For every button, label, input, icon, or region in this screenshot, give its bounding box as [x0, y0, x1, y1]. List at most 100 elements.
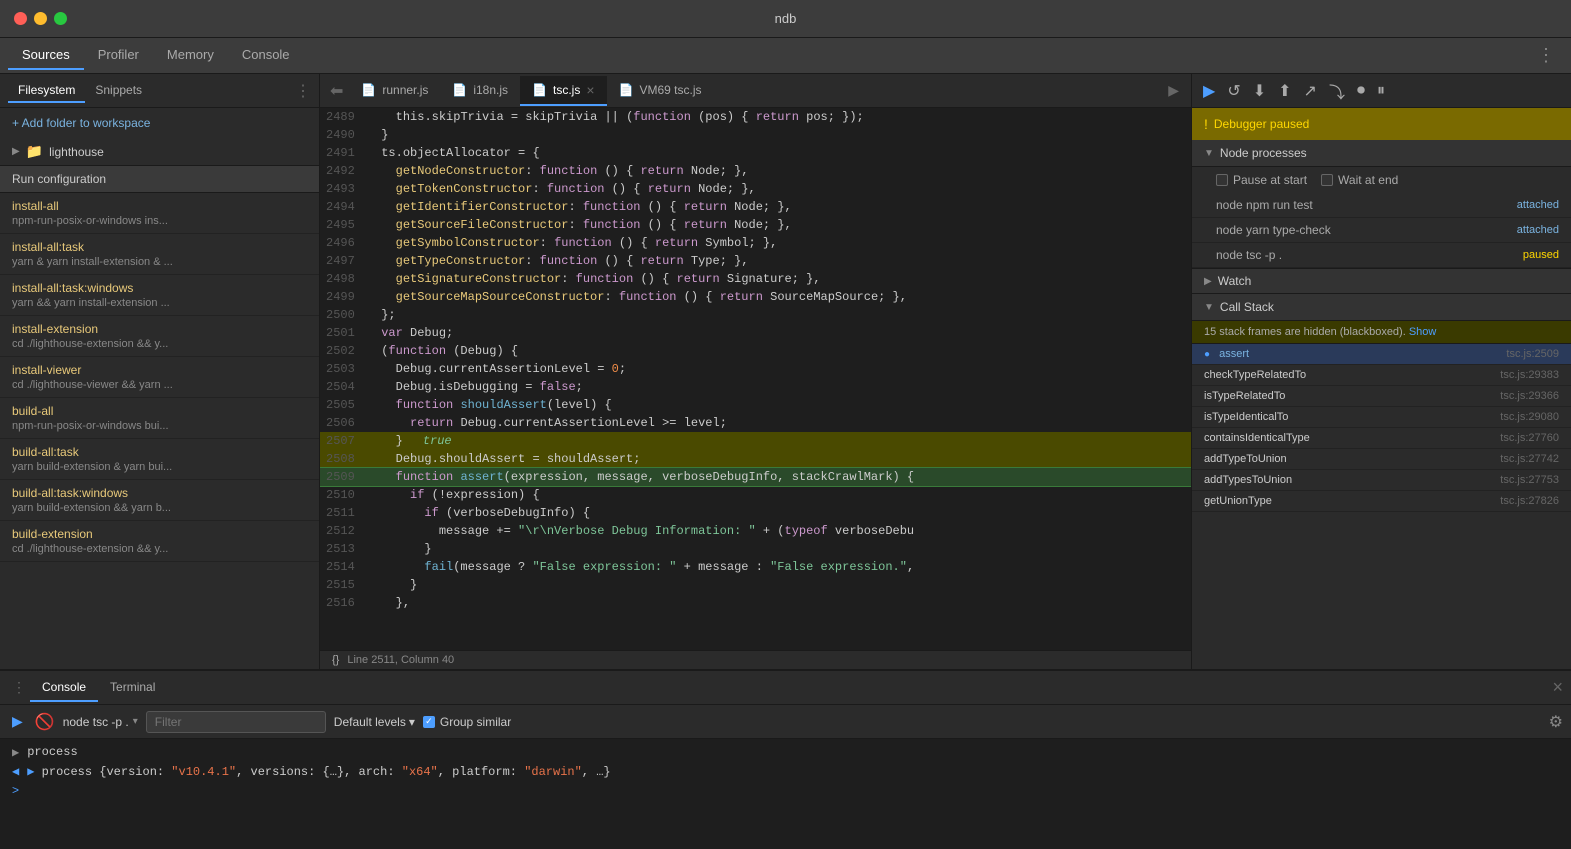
editor-tab-label-i18n: i18n.js: [473, 83, 508, 97]
callstack-show-link[interactable]: Show: [1409, 326, 1437, 338]
maximize-button[interactable]: [54, 12, 67, 25]
debugger-toolbar: ▶ ↺ ⬇ ⬆ ↗ ⤵ ⏺ ⏸: [1192, 74, 1571, 108]
status-position: Line 2511, Column 40: [347, 654, 454, 666]
stack-frame-name-5: addTypeToUnion: [1204, 453, 1287, 465]
tab-console[interactable]: Console: [228, 41, 304, 70]
wait-at-end-checkbox[interactable]: [1321, 174, 1333, 186]
stack-frame-0[interactable]: ● assert tsc.js:2509: [1192, 344, 1571, 365]
run-config-item-2[interactable]: install-all:task:windows yarn && yarn in…: [0, 275, 319, 316]
run-config-item-6[interactable]: build-all:task yarn build-extension & ya…: [0, 439, 319, 480]
code-content[interactable]: 2489 this.skipTrivia = skipTrivia || (fu…: [320, 108, 1191, 650]
folder-item-lighthouse[interactable]: ▶ 📁 lighthouse: [0, 138, 319, 165]
close-button[interactable]: [14, 12, 27, 25]
stack-frame-7[interactable]: getUnionType tsc.js:27826: [1192, 491, 1571, 512]
editor-tab-i18n[interactable]: 📄 i18n.js: [440, 77, 520, 105]
console-prompt-line[interactable]: >: [0, 781, 1571, 799]
stack-frame-1[interactable]: checkTypeRelatedTo tsc.js:29383: [1192, 365, 1571, 386]
console-settings-icon[interactable]: ⚙: [1549, 712, 1563, 732]
stack-frame-3[interactable]: isTypeIdenticalTo tsc.js:29080: [1192, 407, 1571, 428]
debug-stepback-button[interactable]: ↗: [1301, 79, 1320, 103]
stack-frame-name-0: assert: [1219, 348, 1249, 360]
debug-stepover-button[interactable]: ↺: [1224, 79, 1243, 103]
tab-sources[interactable]: Sources: [8, 41, 84, 70]
file-icon-tsc: 📄: [532, 83, 547, 97]
stack-frame-4[interactable]: containsIdenticalType tsc.js:27760: [1192, 428, 1571, 449]
pause-at-start-option[interactable]: Pause at start: [1216, 173, 1307, 187]
editor-tab-runner[interactable]: 📄 runner.js: [349, 77, 440, 105]
console-group-similar[interactable]: Group similar: [423, 715, 511, 729]
code-line-2515: 2515 }: [320, 576, 1191, 594]
pause-at-start-checkbox[interactable]: [1216, 174, 1228, 186]
code-line-2513: 2513 }: [320, 540, 1191, 558]
run-config-item-1[interactable]: install-all:task yarn & yarn install-ext…: [0, 234, 319, 275]
stack-frame-2[interactable]: isTypeRelatedTo tsc.js:29366: [1192, 386, 1571, 407]
debugger-paused-label: Debugger paused: [1214, 117, 1309, 131]
hidden-frames-text: 15 stack frames are hidden (blackboxed).: [1204, 326, 1406, 338]
stack-frame-name-4: containsIdenticalType: [1204, 432, 1310, 444]
console-line-process-expanded[interactable]: ◀ ▶ process {version: "v10.4.1", version…: [0, 762, 1571, 781]
debug-deactivate-button[interactable]: ⤵: [1326, 77, 1348, 105]
run-config-item-5[interactable]: build-all npm-run-posix-or-windows bui..…: [0, 398, 319, 439]
run-config-item-7[interactable]: build-all:task:windows yarn build-extens…: [0, 480, 319, 521]
code-line-2511: 2511 if (verboseDebugInfo) {: [320, 504, 1191, 522]
debug-stepout-button[interactable]: ⬆: [1275, 79, 1294, 103]
wait-at-end-option[interactable]: Wait at end: [1321, 173, 1398, 187]
debug-blackbox-button[interactable]: ⏺: [1354, 80, 1368, 102]
console-tabs-more-icon[interactable]: ⋮: [8, 679, 30, 696]
console-arrow-icon-0[interactable]: ▶: [12, 745, 19, 760]
tab-terminal-bottom[interactable]: Terminal: [98, 674, 167, 702]
console-filter-input[interactable]: [146, 711, 326, 733]
console-content[interactable]: ▶ process ◀ ▶ process {version: "v10.4.1…: [0, 739, 1571, 849]
console-stop-button[interactable]: 🚫: [35, 712, 55, 732]
sidebar-tab-snippets[interactable]: Snippets: [85, 79, 152, 103]
console-line-process[interactable]: ▶ process: [0, 743, 1571, 762]
process-item-1[interactable]: node yarn type-check attached: [1192, 218, 1571, 243]
minimize-button[interactable]: [34, 12, 47, 25]
stack-frame-6[interactable]: addTypesToUnion tsc.js:27753: [1192, 470, 1571, 491]
editor-tab-tsc[interactable]: 📄 tsc.js ×: [520, 76, 606, 106]
code-line-2514: 2514 fail(message ? "False expression: "…: [320, 558, 1191, 576]
add-folder-button[interactable]: + Add folder to workspace: [0, 108, 319, 138]
editor-tab-close-tsc[interactable]: ×: [586, 82, 594, 98]
sidebar-tabs-more-icon[interactable]: ⋮: [295, 81, 311, 101]
run-config-item-3[interactable]: install-extension cd ./lighthouse-extens…: [0, 316, 319, 357]
run-config-item-0[interactable]: install-all npm-run-posix-or-windows ins…: [0, 193, 319, 234]
tab-memory[interactable]: Memory: [153, 41, 228, 70]
console-script-select[interactable]: node tsc -p . ▾: [63, 715, 138, 729]
console-close-icon[interactable]: ×: [1552, 677, 1563, 698]
sidebar-tab-filesystem[interactable]: Filesystem: [8, 79, 85, 103]
bottom-area: ⋮ Console Terminal × ▶ 🚫 node tsc -p . ▾…: [0, 669, 1571, 849]
console-run-button[interactable]: ▶: [8, 711, 27, 732]
run-config-item-8[interactable]: build-extension cd ./lighthouse-extensio…: [0, 521, 319, 562]
wait-at-end-label: Wait at end: [1338, 173, 1398, 187]
call-stack-header[interactable]: ▼ Call Stack: [1192, 294, 1571, 321]
process-item-0[interactable]: node npm run test attached: [1192, 193, 1571, 218]
tab-profiler[interactable]: Profiler: [84, 41, 153, 70]
editor-tab-nav-left[interactable]: ⬅: [324, 81, 349, 101]
editor-run-icon[interactable]: ▶: [1160, 82, 1187, 99]
process-item-2[interactable]: node tsc -p . paused: [1192, 243, 1571, 268]
console-toolbar: ▶ 🚫 node tsc -p . ▾ Default levels ▾ Gro…: [0, 705, 1571, 739]
console-level-arrow-icon: ▾: [409, 715, 415, 729]
debug-resume-button[interactable]: ▶: [1200, 79, 1218, 103]
editor-tab-vm69[interactable]: 📄 VM69 tsc.js: [607, 77, 714, 105]
console-group-similar-checkbox[interactable]: [423, 716, 435, 728]
run-config-item-4[interactable]: install-viewer cd ./lighthouse-viewer &&…: [0, 357, 319, 398]
console-level-select[interactable]: Default levels ▾: [334, 715, 415, 729]
process-status-1: attached: [1517, 224, 1559, 236]
run-config-cmd-2: yarn && yarn install-extension ...: [12, 297, 307, 309]
debug-stepinto-button[interactable]: ⬇: [1250, 79, 1269, 103]
stack-frame-5[interactable]: addTypeToUnion tsc.js:27742: [1192, 449, 1571, 470]
run-config-cmd-5: npm-run-posix-or-windows bui...: [12, 420, 307, 432]
code-line-2499: 2499 getSourceMapSourceConstructor: func…: [320, 288, 1191, 306]
tab-console-bottom[interactable]: Console: [30, 674, 98, 702]
main-tabs-more-icon[interactable]: ⋮: [1529, 45, 1563, 66]
node-processes-header[interactable]: ▼ Node processes: [1192, 140, 1571, 167]
debug-pause-button[interactable]: ⏸: [1374, 80, 1388, 102]
pause-options: Pause at start Wait at end: [1192, 167, 1571, 193]
console-prompt-icon: >: [12, 783, 19, 797]
console-arrow-icon-1[interactable]: ◀: [12, 764, 19, 779]
code-line-2510: 2510 if (!expression) {: [320, 486, 1191, 504]
editor-tab-label-runner: runner.js: [382, 83, 428, 97]
watch-header[interactable]: ▶ Watch: [1192, 269, 1571, 294]
